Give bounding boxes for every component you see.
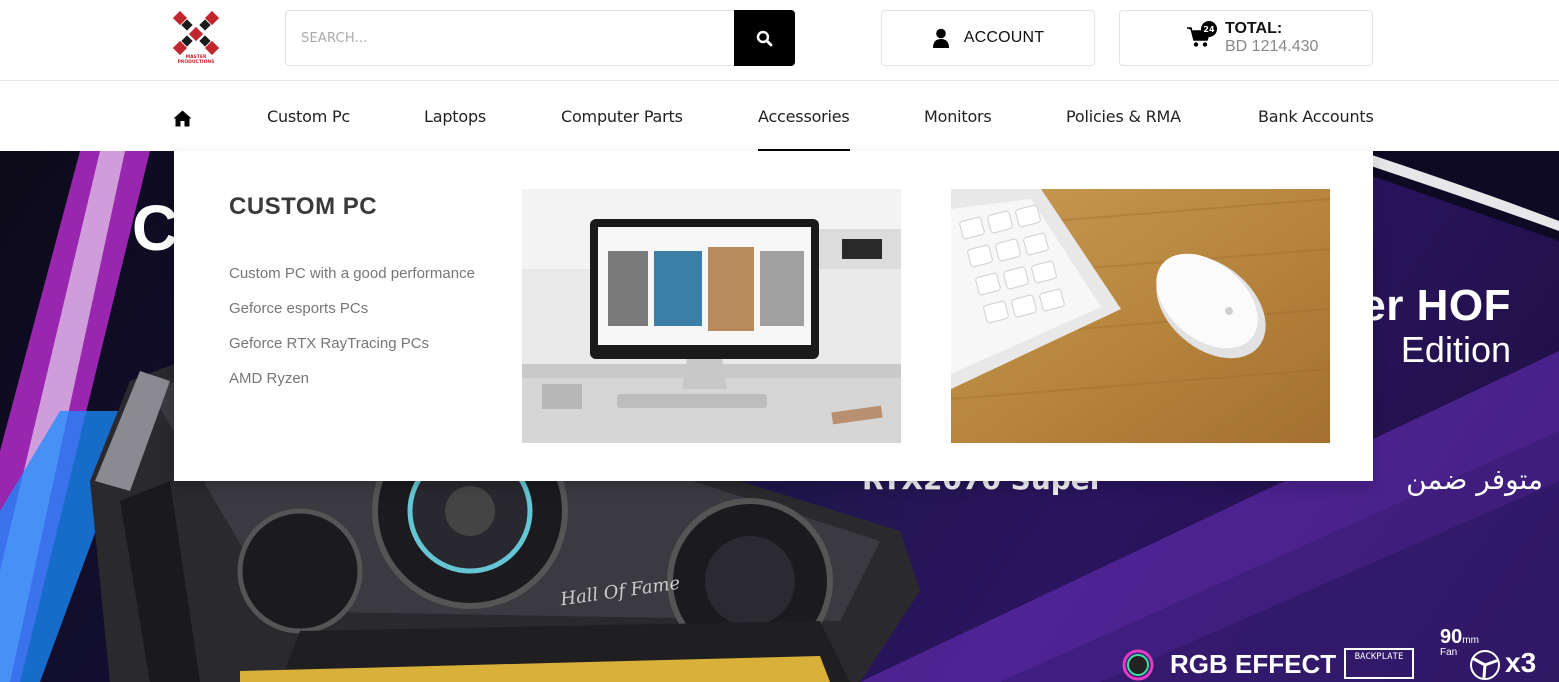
account-label: ACCOUNT (963, 29, 1045, 46)
nav-bank-accounts[interactable]: Bank Accounts (1258, 107, 1374, 126)
hero-title-line2: Edition (1400, 329, 1511, 370)
backplate-badge: BACKPLATE (1344, 648, 1414, 679)
mega-link-esports-pcs[interactable]: Geforce esports PCs (229, 300, 368, 317)
fan-icon (1470, 650, 1500, 680)
search-input[interactable] (286, 11, 736, 65)
rgb-effect-icon (1122, 649, 1154, 681)
fan-size: 90 (1440, 626, 1463, 648)
nav-custom-pc[interactable]: Custom Pc (267, 107, 350, 126)
hero-arabic-text: متوفر ضمن (1406, 463, 1543, 496)
cart-count-badge: 24 (1201, 21, 1217, 37)
account-button[interactable]: ACCOUNT (881, 10, 1095, 66)
mega-image-keyboard-mouse[interactable] (951, 189, 1330, 443)
hero-title-line1: er HOF (1361, 281, 1511, 330)
cart-total-label: TOTAL: (1225, 20, 1283, 37)
hero-heading-partial: C (132, 192, 179, 264)
search-icon (756, 30, 773, 46)
mega-link-rtx-raytracing[interactable]: Geforce RTX RayTracing PCs (229, 335, 429, 352)
nav-monitors[interactable]: Monitors (924, 107, 992, 126)
mega-image-monitor[interactable] (522, 189, 901, 443)
cart-button[interactable]: 24 TOTAL: BD 1214.430 (1119, 10, 1373, 66)
user-icon (932, 28, 949, 48)
logo-x-icon (172, 10, 220, 56)
keyboard-mouse-photo (951, 189, 1330, 443)
rgb-effect-label: RGB EFFECT (1170, 649, 1337, 679)
mega-link-good-performance[interactable]: Custom PC with a good performance (229, 265, 475, 282)
cart-icon-wrap: 24 (1187, 21, 1217, 52)
backplate-label: BACKPLATE (1354, 652, 1404, 662)
site-logo[interactable]: MASTER PRODUCTIONS (172, 10, 220, 69)
mega-menu-dropdown: CUSTOM PC Custom PC with a good performa… (174, 151, 1373, 481)
cart-total-value: BD 1214.430 (1225, 38, 1319, 55)
fan-unit: mm (1462, 635, 1479, 646)
nav-laptops[interactable]: Laptops (424, 107, 486, 126)
search-bar (285, 10, 795, 66)
monitor-photo (522, 189, 901, 443)
nav-accessories[interactable]: Accessories (758, 107, 850, 151)
site-header: MASTER PRODUCTIONS ACCOUNT 24 TOTAL: BD (0, 0, 1559, 81)
nav-policies-rma[interactable]: Policies & RMA (1066, 107, 1181, 126)
home-icon[interactable] (173, 110, 192, 127)
main-nav: Custom Pc Laptops Computer Parts Accesso… (0, 81, 1559, 151)
mega-link-amd-ryzen[interactable]: AMD Ryzen (229, 370, 309, 387)
nav-computer-parts[interactable]: Computer Parts (561, 107, 683, 126)
fan-count: x3 (1505, 647, 1537, 678)
search-button[interactable] (734, 10, 795, 66)
mega-menu-title: CUSTOM PC (229, 193, 378, 220)
logo-text: MASTER PRODUCTIONS (177, 55, 215, 65)
